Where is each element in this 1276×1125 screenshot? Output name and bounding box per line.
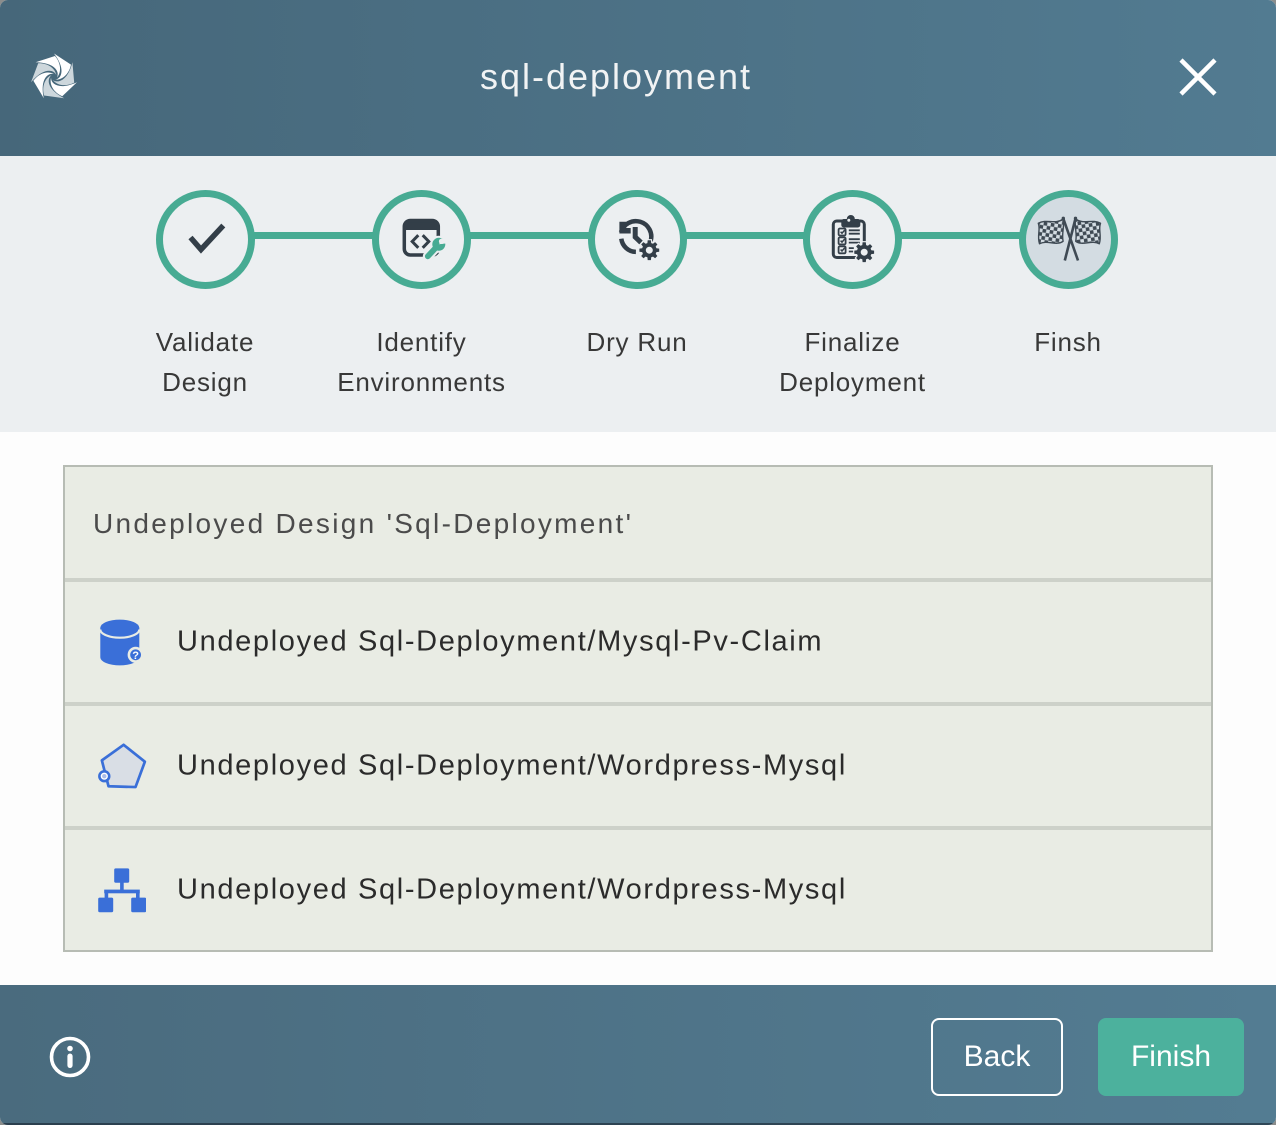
svg-text:?: ? [132,650,139,662]
